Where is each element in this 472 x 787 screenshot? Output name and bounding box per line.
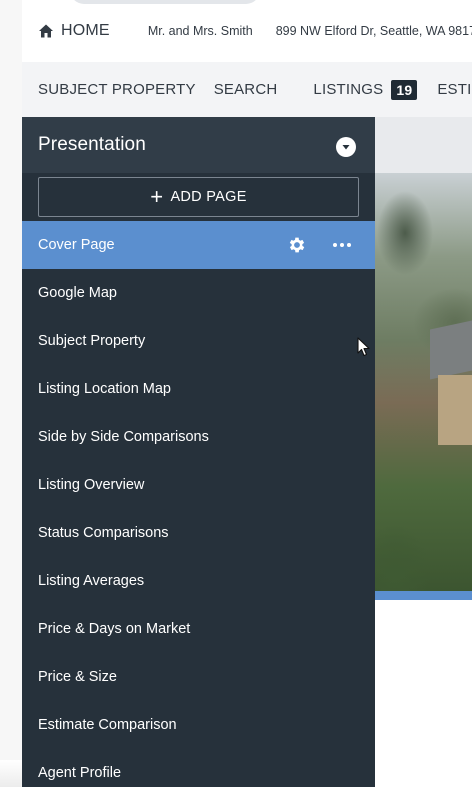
page-list: Cover Page Google Map Subject Property L… — [22, 221, 375, 787]
step-search[interactable]: SEARCH — [214, 81, 278, 98]
page-item-label: Google Map — [38, 285, 117, 301]
page-item-listing-averages[interactable]: Listing Averages — [22, 557, 375, 605]
listings-count-badge: 19 — [391, 79, 418, 100]
page-item-side-by-side[interactable]: Side by Side Comparisons — [22, 413, 375, 461]
top-tab-shadow — [70, 0, 260, 4]
page-item-subject-property[interactable]: Subject Property — [22, 317, 375, 365]
home-link[interactable]: HOME — [38, 16, 110, 46]
sidebar-title: Presentation — [38, 134, 146, 155]
page-item-agent-profile[interactable]: Agent Profile — [22, 749, 375, 787]
add-page-button[interactable]: + ADD PAGE — [38, 177, 359, 217]
page-item-price-size[interactable]: Price & Size — [22, 653, 375, 701]
page-item-label: Subject Property — [38, 333, 146, 349]
page-item-label: Estimate Comparison — [38, 717, 177, 733]
step-listings[interactable]: LISTINGS 19 — [313, 79, 418, 100]
step-subject-property[interactable]: SUBJECT PROPERTY — [38, 81, 196, 98]
page-bottom-edge — [0, 760, 22, 787]
page-item-label: Price & Size — [38, 669, 117, 685]
page-item-label: Cover Page — [38, 237, 115, 253]
collapse-button[interactable] — [336, 137, 356, 157]
page-item-tools — [287, 221, 351, 269]
add-page-label: ADD PAGE — [170, 189, 247, 205]
home-label: HOME — [61, 22, 110, 39]
preview-header — [375, 117, 472, 173]
page-item-listing-location-map[interactable]: Listing Location Map — [22, 365, 375, 413]
client-name: Mr. and Mrs. Smith — [147, 24, 253, 38]
step-estimate[interactable]: ESTIMATE — [437, 81, 472, 98]
page-item-google-map[interactable]: Google Map — [22, 269, 375, 317]
plus-icon: + — [150, 184, 164, 209]
gear-icon[interactable] — [287, 235, 307, 255]
step-label: ESTIMATE — [437, 81, 472, 98]
presentation-sidebar: Presentation + ADD PAGE Cover Page Googl… — [22, 117, 375, 787]
page-item-estimate-comparison[interactable]: Estimate Comparison — [22, 701, 375, 749]
page-item-listing-overview[interactable]: Listing Overview — [22, 461, 375, 509]
step-label: SEARCH — [213, 81, 278, 98]
cursor-icon — [357, 337, 370, 357]
top-bar: HOME Mr. and Mrs. Smith 899 NW Elford Dr… — [22, 0, 472, 62]
step-label: SUBJECT PROPERTY — [38, 81, 196, 98]
workflow-steps: SUBJECT PROPERTY SEARCH LISTINGS 19 ESTI… — [22, 62, 472, 117]
page-item-price-days-on-market[interactable]: Price & Days on Market — [22, 605, 375, 653]
house-roof — [430, 320, 472, 380]
page-item-label: Listing Overview — [38, 477, 145, 493]
chevron-down-icon — [342, 145, 350, 150]
page-item-label: Side by Side Comparisons — [38, 429, 209, 445]
page-item-label: Listing Location Map — [38, 381, 171, 397]
preview-accent-bar — [375, 591, 472, 600]
page-item-cover-page[interactable]: Cover Page — [22, 221, 375, 269]
page-item-label: Agent Profile — [38, 765, 122, 781]
page-item-status-comparisons[interactable]: Status Comparisons — [22, 509, 375, 557]
house-wall — [438, 375, 472, 445]
property-address: 899 NW Elford Dr, Seattle, WA 98177 — [275, 24, 472, 38]
home-icon — [39, 24, 53, 38]
page-item-label: Status Comparisons — [38, 525, 169, 541]
more-icon[interactable] — [333, 243, 351, 247]
page-gutter — [0, 0, 22, 787]
step-label: LISTINGS — [313, 81, 384, 98]
page-item-label: Price & Days on Market — [38, 621, 191, 637]
sidebar-header: Presentation — [22, 117, 375, 173]
page-item-label: Listing Averages — [38, 573, 145, 589]
